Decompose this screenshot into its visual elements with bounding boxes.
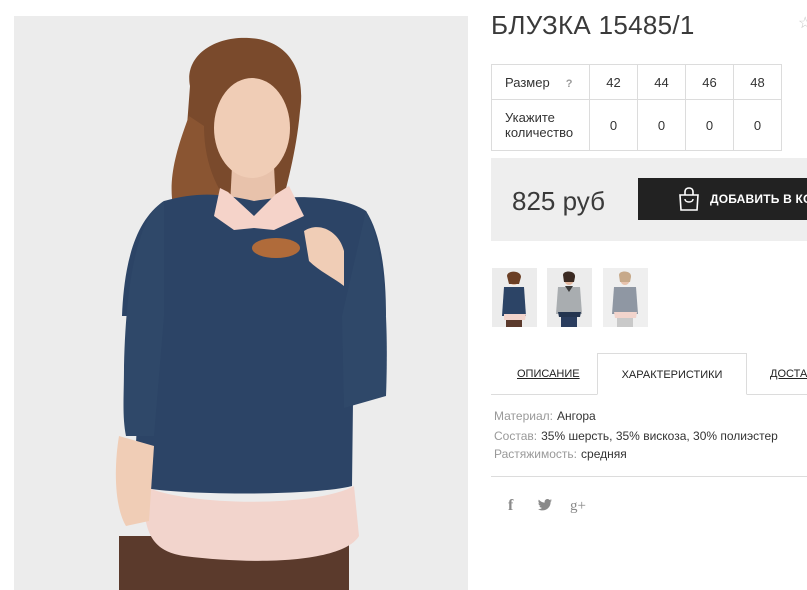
size-cell[interactable]: 44 (637, 64, 686, 100)
favorite-star-icon[interactable]: ☆ (798, 16, 807, 32)
size-cell[interactable]: 42 (589, 64, 638, 100)
spec-value: Ангора (556, 409, 596, 423)
spec-value: средняя (581, 447, 627, 461)
facebook-icon[interactable]: f (508, 498, 513, 514)
google-plus-icon[interactable]: g+ (570, 498, 586, 514)
quantity-input-48[interactable]: 0 (733, 99, 782, 151)
price-box: 825 руб ДОБАВИТЬ В КОРЗИНУ (491, 158, 807, 241)
tab-delivery[interactable]: ДОСТАВКА (770, 353, 807, 394)
thumbnail-1[interactable] (492, 268, 537, 327)
tab-description[interactable]: ОПИСАНИЕ (517, 353, 580, 394)
quantity-row: Укажите количество 0 0 0 0 (491, 99, 782, 151)
quantity-label-cell: Укажите количество (491, 99, 590, 151)
size-header-cell: Размер? (491, 64, 590, 100)
main-product-photo[interactable] (14, 16, 468, 590)
size-row: Размер? 42 44 46 48 (491, 64, 782, 100)
spec-value: 35% шерсть, 35% вискоза, 30% полиэстер (541, 429, 778, 443)
tab-characteristics[interactable]: ХАРАКТЕРИСТИКИ (597, 353, 747, 395)
size-cell[interactable]: 48 (733, 64, 782, 100)
size-quantity-table: Размер? 42 44 46 48 Укажите количество 0… (491, 64, 782, 151)
spec-key: Растяжимость: (494, 447, 578, 461)
quantity-input-42[interactable]: 0 (589, 99, 638, 151)
quantity-input-46[interactable]: 0 (685, 99, 734, 151)
divider (491, 476, 807, 477)
spec-key: Состав: (494, 429, 538, 443)
shopping-bag-icon (676, 186, 702, 215)
add-to-cart-label: ДОБАВИТЬ В КОРЗИНУ (710, 192, 807, 206)
quantity-label-line1: Укажите (505, 110, 555, 125)
quantity-label-line2: количество (505, 125, 574, 140)
spec-material: Материал: Ангора (494, 409, 596, 423)
help-question-icon[interactable]: ? (566, 78, 573, 90)
spec-key: Материал: (494, 409, 553, 423)
product-tabs: ОПИСАНИЕ ХАРАКТЕРИСТИКИ ДОСТАВКА (491, 353, 807, 395)
thumbnail-3[interactable] (603, 268, 648, 327)
add-to-cart-button[interactable]: ДОБАВИТЬ В КОРЗИНУ (638, 178, 807, 220)
twitter-icon[interactable] (538, 498, 552, 514)
thumbnail-2[interactable] (547, 268, 592, 327)
price-text: 825 руб (512, 186, 605, 216)
product-title: БЛУЗКА 15485/1 (491, 10, 695, 40)
size-label: Размер (505, 74, 550, 90)
model-photo-illustration (14, 16, 468, 590)
quantity-input-44[interactable]: 0 (637, 99, 686, 151)
size-cell[interactable]: 46 (685, 64, 734, 100)
spec-stretch: Растяжимость: средняя (494, 447, 627, 461)
spec-composition: Состав: 35% шерсть, 35% вискоза, 30% поли… (494, 429, 778, 443)
